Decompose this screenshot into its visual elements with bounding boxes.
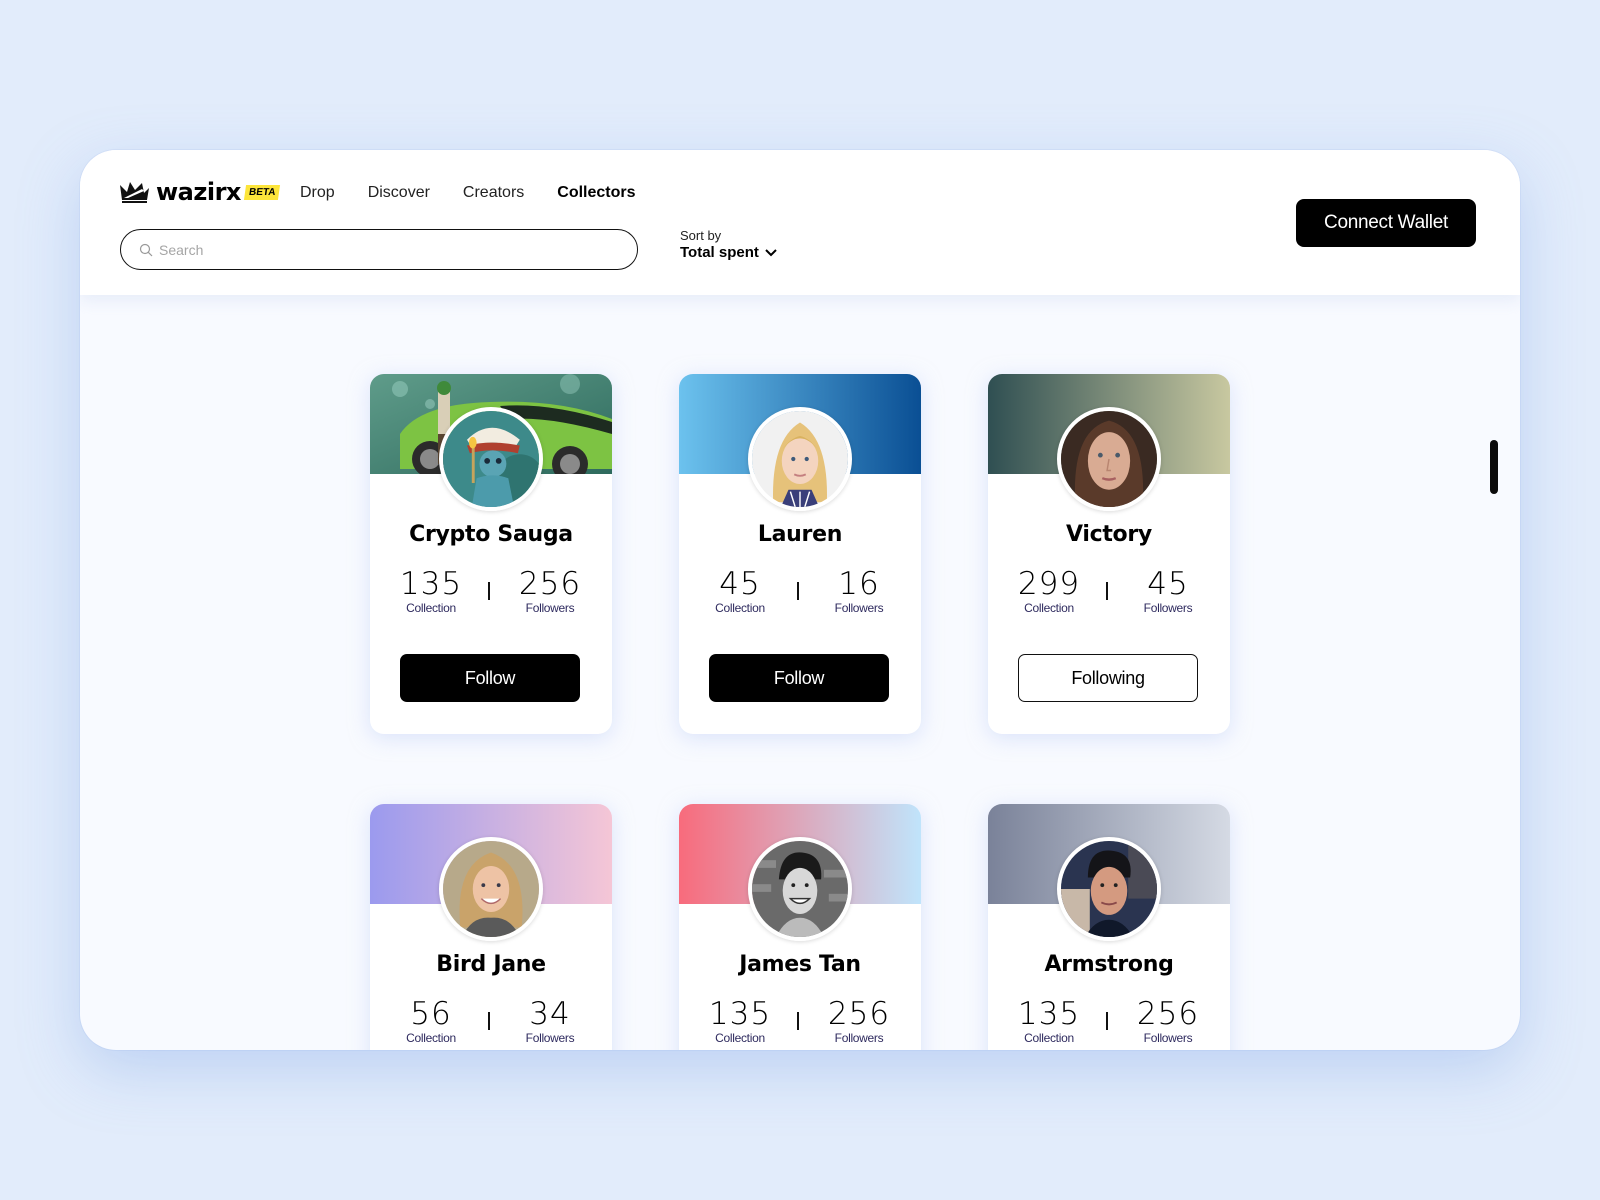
collector-stats: 135 Collection 256 Followers (679, 997, 921, 1047)
followers-count: 256 (827, 996, 891, 1032)
collector-card: James Tan 135 Collection 256 Followers (679, 804, 921, 1050)
stat-divider (797, 582, 799, 600)
avatar[interactable] (748, 407, 852, 511)
followers-label: Followers (525, 601, 575, 615)
stat-divider (1106, 1012, 1108, 1030)
collector-name[interactable]: Bird Jane (370, 952, 612, 977)
search-box[interactable] (120, 229, 638, 270)
nav-discover[interactable]: Discover (368, 184, 430, 202)
avatar-photo (1061, 841, 1157, 937)
stat-divider (797, 1012, 799, 1030)
collector-stats: 299 Collection 45 Followers (988, 567, 1230, 617)
top-header: wazirx BETA Drop Discover Creators Colle… (80, 150, 1520, 295)
avatar[interactable] (1057, 837, 1161, 941)
collector-card: Crypto Sauga 135 Collection 256 Follower… (370, 374, 612, 734)
connect-wallet-button[interactable]: Connect Wallet (1296, 199, 1476, 247)
followers-stat: 45 Followers (1123, 567, 1213, 615)
collector-name[interactable]: Lauren (679, 522, 921, 547)
collection-stat: 135 Collection (386, 567, 476, 615)
avatar-illustration (443, 411, 539, 507)
main-nav: Drop Discover Creators Collectors (300, 184, 636, 202)
collector-card: Lauren 45 Collection 16 Followers Follow (679, 374, 921, 734)
followers-stat: 256 Followers (814, 997, 904, 1045)
followers-stat: 256 Followers (1123, 997, 1213, 1045)
wazirx-logo-icon (120, 182, 149, 203)
stat-divider (488, 1012, 490, 1030)
follow-button[interactable]: Follow (400, 654, 580, 702)
followers-stat: 16 Followers (814, 567, 904, 615)
collector-stats: 56 Collection 34 Followers (370, 997, 612, 1047)
followers-count: 34 (529, 996, 571, 1032)
followers-stat: 34 Followers (505, 997, 595, 1045)
avatar[interactable] (1057, 407, 1161, 511)
collector-stats: 135 Collection 256 Followers (370, 567, 612, 617)
nav-creators[interactable]: Creators (463, 184, 524, 202)
app-window: wazirx BETA Drop Discover Creators Colle… (80, 150, 1520, 1050)
followers-label: Followers (1143, 601, 1193, 615)
followers-label: Followers (1143, 1031, 1193, 1045)
follow-button[interactable]: Follow (709, 654, 889, 702)
collection-label: Collection (1024, 601, 1074, 615)
collection-stat: 45 Collection (695, 567, 785, 615)
nav-drop[interactable]: Drop (300, 184, 335, 202)
avatar[interactable] (748, 837, 852, 941)
chevron-down-icon (765, 248, 777, 256)
search-input[interactable] (159, 241, 608, 258)
sort-select[interactable]: Total spent (680, 244, 777, 261)
followers-label: Followers (834, 1031, 884, 1045)
collector-card: Armstrong 135 Collection 256 Followers (988, 804, 1230, 1050)
avatar-photo (752, 841, 848, 937)
collection-label: Collection (715, 1031, 765, 1045)
collector-stats: 135 Collection 256 Followers (988, 997, 1230, 1047)
nav-collectors[interactable]: Collectors (557, 184, 635, 202)
sort-label: Sort by (680, 228, 722, 243)
collector-card: Bird Jane 56 Collection 34 Followers (370, 804, 612, 1050)
beta-badge: BETA (243, 184, 281, 200)
collection-label: Collection (406, 601, 456, 615)
collection-label: Collection (715, 601, 765, 615)
collection-count: 299 (1017, 566, 1081, 602)
collector-name[interactable]: James Tan (679, 952, 921, 977)
logo[interactable]: wazirx BETA (120, 178, 281, 206)
collection-stat: 135 Collection (695, 997, 785, 1045)
scrollbar-thumb[interactable] (1490, 440, 1498, 494)
collection-count: 56 (410, 996, 452, 1032)
collection-label: Collection (406, 1031, 456, 1045)
collector-name[interactable]: Victory (988, 522, 1230, 547)
followers-count: 16 (838, 566, 880, 602)
stat-divider (488, 582, 490, 600)
avatar-photo (1061, 411, 1157, 507)
collection-stat: 299 Collection (1004, 567, 1094, 615)
sort-value: Total spent (680, 244, 759, 261)
avatar-photo (752, 411, 848, 507)
collection-count: 135 (1017, 996, 1081, 1032)
collection-label: Collection (1024, 1031, 1074, 1045)
sort-dropdown[interactable]: Sort by Total spent (680, 228, 777, 261)
followers-label: Followers (834, 601, 884, 615)
collector-card: Victory 299 Collection 45 Followers Foll… (988, 374, 1230, 734)
collection-count: 45 (719, 566, 761, 602)
avatar[interactable] (439, 837, 543, 941)
collection-count: 135 (708, 996, 772, 1032)
followers-count: 256 (518, 566, 582, 602)
search-icon (139, 243, 153, 256)
collector-name[interactable]: Crypto Sauga (370, 522, 612, 547)
brand-name: wazirx (156, 178, 241, 206)
followers-label: Followers (525, 1031, 575, 1045)
followers-count: 256 (1136, 996, 1200, 1032)
collector-name[interactable]: Armstrong (988, 952, 1230, 977)
collection-stat: 135 Collection (1004, 997, 1094, 1045)
followers-count: 45 (1147, 566, 1189, 602)
avatar-photo (443, 841, 539, 937)
collection-count: 135 (399, 566, 463, 602)
collection-stat: 56 Collection (386, 997, 476, 1045)
following-button[interactable]: Following (1018, 654, 1198, 702)
followers-stat: 256 Followers (505, 567, 595, 615)
collector-stats: 45 Collection 16 Followers (679, 567, 921, 617)
stat-divider (1106, 582, 1108, 600)
avatar[interactable] (439, 407, 543, 511)
